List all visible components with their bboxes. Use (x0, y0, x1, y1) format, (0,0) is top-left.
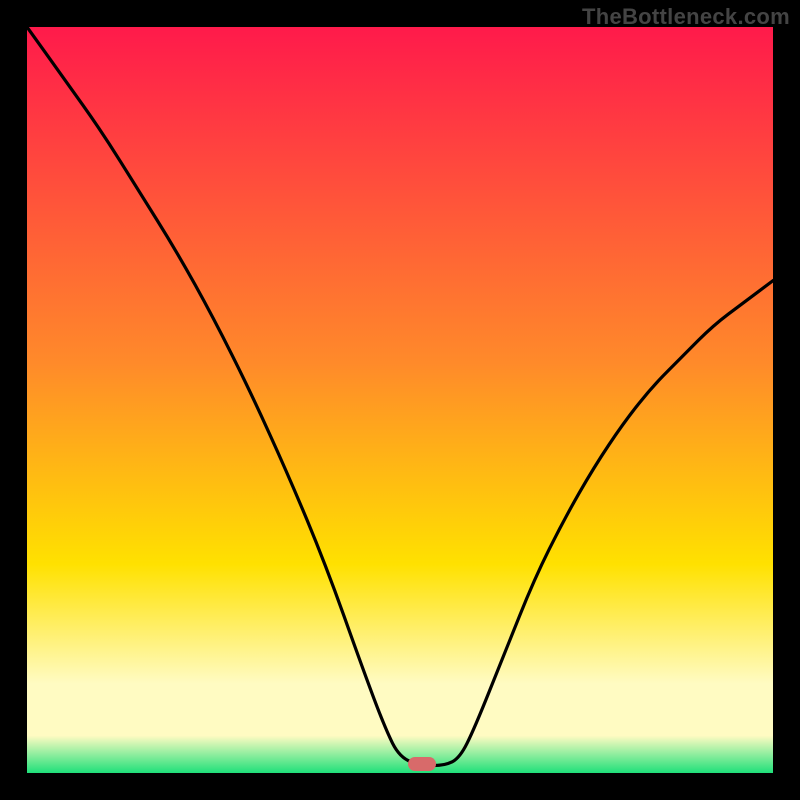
chart-frame: TheBottleneck.com (0, 0, 800, 800)
attribution-label: TheBottleneck.com (582, 4, 790, 30)
gradient-background (27, 27, 773, 773)
plot-area (27, 27, 773, 773)
optimal-marker (408, 757, 436, 771)
bottleneck-plot (27, 27, 773, 773)
